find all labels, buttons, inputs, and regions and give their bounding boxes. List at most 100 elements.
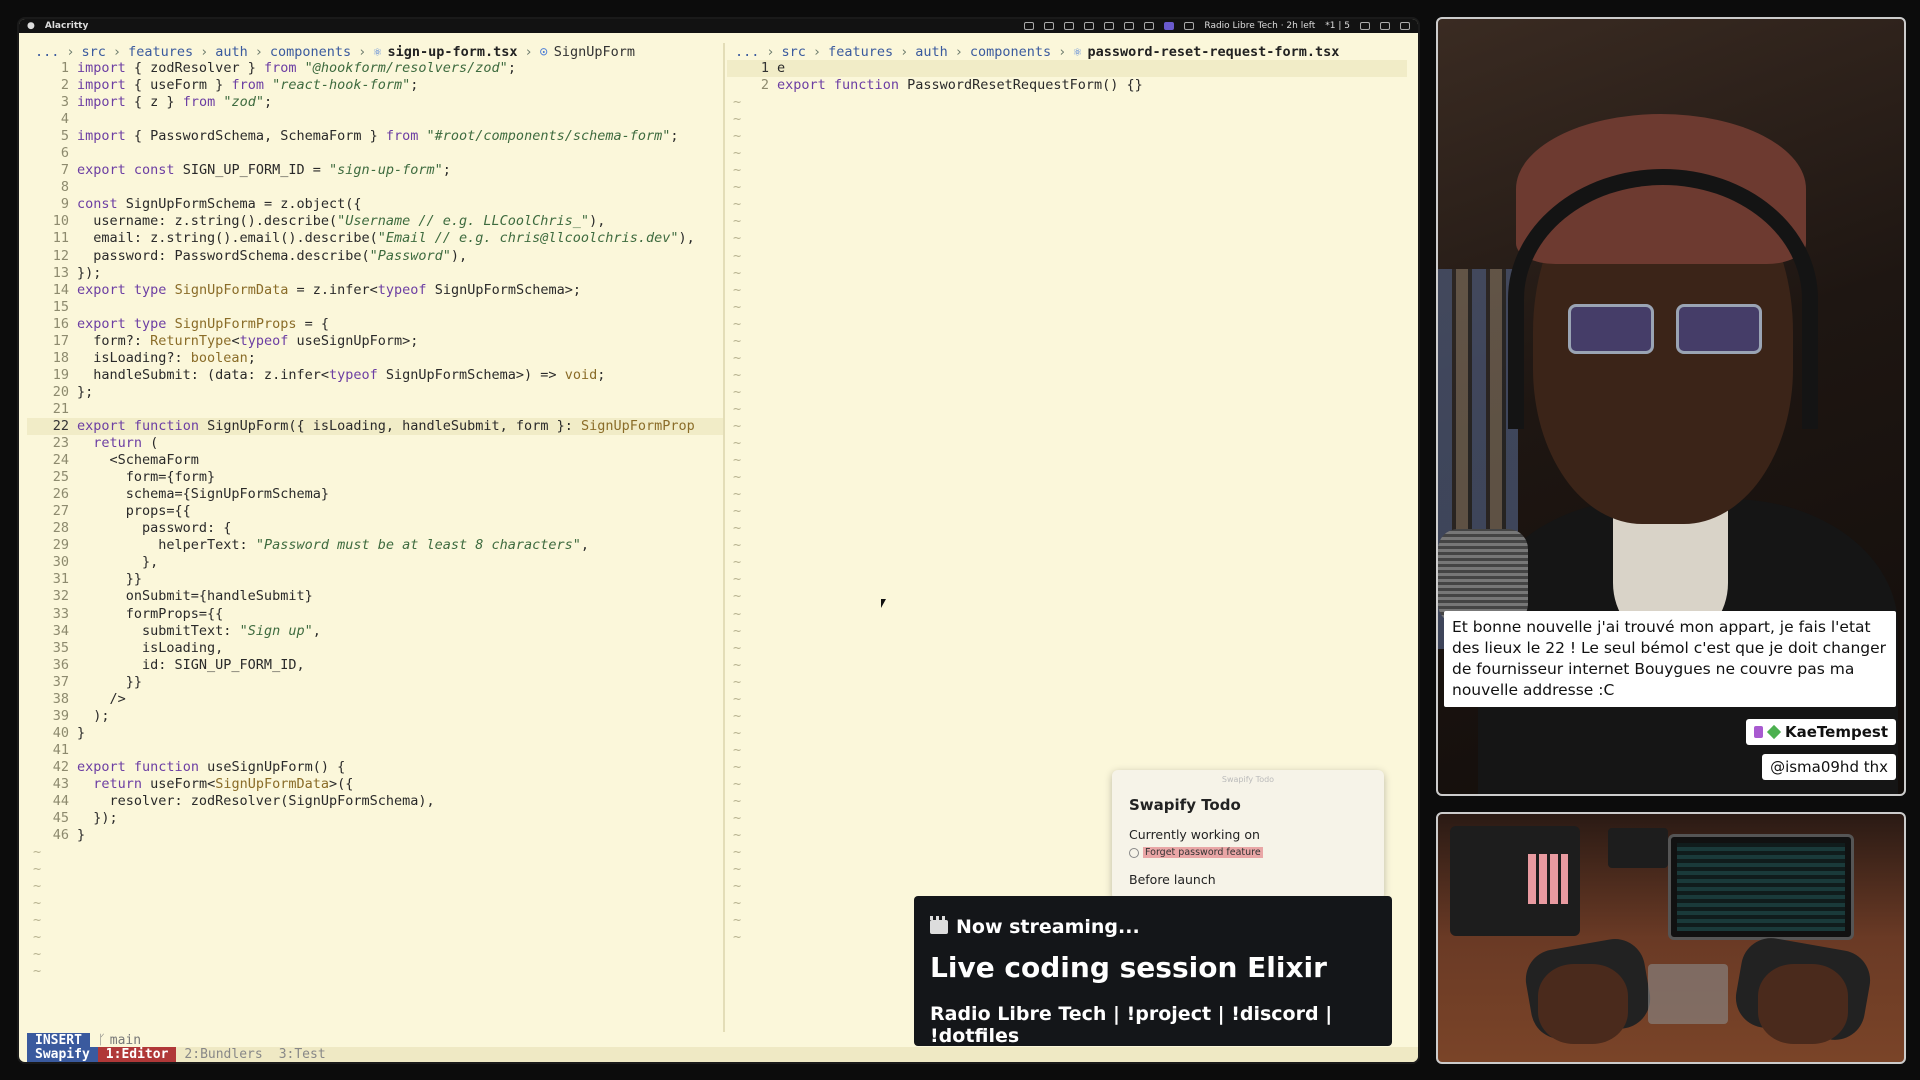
breadcrumb-item[interactable]: features: [828, 44, 893, 60]
code-line[interactable]: 14 export type SignUpFormData = z.infer<t…: [27, 282, 723, 299]
line-number: 1: [760, 60, 769, 76]
code-line[interactable]: 18 isLoading?: boolean;: [27, 350, 723, 367]
breadcrumb-item[interactable]: auth: [215, 44, 248, 60]
record-icon[interactable]: [1184, 22, 1195, 30]
left-editor-pane[interactable]: ... › src › features › auth › components › ⚛ …: [27, 43, 725, 1032]
app-name[interactable]: Alacritty: [45, 21, 88, 31]
code-line[interactable]: 10 username: z.string().describe("Userna…: [27, 213, 723, 230]
code-line[interactable]: 40}: [27, 725, 723, 742]
breadcrumb-item[interactable]: ...: [35, 44, 59, 60]
code-line[interactable]: 1e: [727, 60, 1407, 78]
empty-line-marker: ~: [733, 281, 742, 298]
code-line[interactable]: 9 const SignUpFormSchema = z.object({: [27, 196, 723, 213]
tray-icon[interactable]: [1064, 22, 1075, 30]
code-line[interactable]: 13});: [27, 265, 723, 282]
code-line[interactable]: 24 <SchemaForm: [27, 452, 723, 469]
code-line[interactable]: 25 form={form}: [27, 469, 723, 486]
laptop: [1668, 834, 1854, 940]
line-number: 37: [52, 673, 69, 690]
control-center-icon[interactable]: [1380, 22, 1390, 30]
code-text: };: [77, 383, 94, 400]
breadcrumb-file[interactable]: sign-up-form.tsx: [387, 44, 517, 60]
code-line[interactable]: 27 props={{: [27, 503, 723, 520]
code-area[interactable]: 1 import { zodResolver } from "@hookform/…: [27, 60, 723, 981]
code-line[interactable]: 33 formProps={{: [27, 606, 723, 623]
code-line[interactable]: 35 isLoading,: [27, 640, 723, 657]
code-line[interactable]: 20};: [27, 384, 723, 401]
pad-controller: [1528, 854, 1568, 904]
code-line[interactable]: 8: [27, 179, 723, 196]
code-line[interactable]: 44 resolver: zodResolver(SignUpFormSchem…: [27, 793, 723, 810]
git-branch-icon: ᚴ: [97, 1032, 106, 1048]
tmux-window[interactable]: 1:Editor: [97, 1047, 177, 1062]
apple-icon[interactable]: ●: [27, 21, 35, 31]
code-line[interactable]: 34 submitText: "Sign up",: [27, 623, 723, 640]
code-line[interactable]: 5 import { PasswordSchema, SchemaForm } f…: [27, 128, 723, 145]
tmux-window[interactable]: 3:Test: [271, 1047, 334, 1062]
code-line[interactable]: 32 onSubmit={handleSubmit}: [27, 588, 723, 605]
code-line[interactable]: 1 import { zodResolver } from "@hookform/…: [27, 60, 723, 77]
code-line[interactable]: 30 },: [27, 554, 723, 571]
code-line[interactable]: 39 );: [27, 708, 723, 725]
tmux-window[interactable]: 2:Bundlers: [176, 1047, 270, 1062]
tmux-session[interactable]: Swapify: [27, 1047, 98, 1062]
code-line[interactable]: 45 });: [27, 810, 723, 827]
code-line[interactable]: 2 export function PasswordResetRequestFor…: [727, 77, 1407, 94]
todo-item[interactable]: Forget password feature: [1112, 842, 1384, 858]
code-line[interactable]: 2 import { useForm } from "react-hook-for…: [27, 77, 723, 94]
info-icon[interactable]: [1400, 22, 1410, 30]
empty-line-marker: ~: [33, 963, 42, 980]
code-line[interactable]: 12 password: PasswordSchema.describe("Pa…: [27, 248, 723, 265]
breadcrumb-item[interactable]: src: [782, 44, 806, 60]
volume-icon[interactable]: [1360, 22, 1370, 30]
right-hand: [1758, 964, 1848, 1044]
breadcrumb-symbol[interactable]: SignUpForm: [554, 44, 635, 60]
todo-section: Currently working on: [1129, 827, 1260, 842]
code-line[interactable]: 3 import { z } from "zod";: [27, 94, 723, 111]
code-line[interactable]: 28 password: {: [27, 520, 723, 537]
code-line[interactable]: 38 />: [27, 691, 723, 708]
wifi-icon[interactable]: [1144, 22, 1155, 30]
breadcrumb-item[interactable]: features: [128, 44, 193, 60]
code-line[interactable]: 15: [27, 299, 723, 316]
breadcrumb-file[interactable]: password-reset-request-form.tsx: [1087, 44, 1339, 60]
line-number: 2: [60, 77, 69, 94]
code-line[interactable]: 43 return useForm<SignUpFormData>({: [27, 776, 723, 793]
code-line[interactable]: 6: [27, 145, 723, 162]
code-text: password: {: [77, 520, 232, 537]
screen-share-icon[interactable]: [1164, 22, 1175, 30]
battery-icon[interactable]: [1104, 22, 1115, 30]
empty-line-marker: ~: [733, 588, 742, 605]
code-line[interactable]: 19 handleSubmit: (data: z.infer<typeof S…: [27, 367, 723, 384]
code-line[interactable]: 11 email: z.string().email().describe("E…: [27, 230, 723, 247]
code-line[interactable]: 42 export function useSignUpForm() {: [27, 759, 723, 776]
code-line[interactable]: 21: [27, 401, 723, 418]
code-line[interactable]: 46}: [27, 827, 723, 844]
breadcrumb-item[interactable]: components: [970, 44, 1051, 60]
breadcrumb-item[interactable]: ...: [735, 44, 759, 60]
code-line[interactable]: 17 form?: ReturnType<typeof useSignUpFor…: [27, 333, 723, 350]
clock-icon[interactable]: [1124, 22, 1135, 30]
code-line[interactable]: 41: [27, 742, 723, 759]
breadcrumb-item[interactable]: src: [82, 44, 106, 60]
code-line[interactable]: 22 export function SignUpForm({ isLoading…: [27, 417, 723, 436]
code-text: password: PasswordSchema.describe("Passw…: [77, 247, 468, 264]
tray-icon[interactable]: [1024, 22, 1035, 30]
code-line[interactable]: 23 return (: [27, 435, 723, 452]
code-text: handleSubmit: (data: z.infer<typeof Sign…: [77, 366, 606, 383]
code-line[interactable]: 26 schema={SignUpFormSchema}: [27, 486, 723, 503]
breadcrumb-item[interactable]: auth: [915, 44, 948, 60]
code-line[interactable]: 31 }}: [27, 571, 723, 588]
code-line[interactable]: 7 export const SIGN_UP_FORM_ID = "sign-up…: [27, 162, 723, 179]
code-line[interactable]: 4: [27, 111, 723, 128]
line-number: 32: [52, 588, 69, 605]
display-icon[interactable]: [1084, 22, 1095, 30]
code-line[interactable]: 37 }}: [27, 674, 723, 691]
code-line[interactable]: 36 id: SIGN_UP_FORM_ID,: [27, 657, 723, 674]
tray-icon[interactable]: [1044, 22, 1055, 30]
code-line[interactable]: 29 helperText: "Password must be at leas…: [27, 537, 723, 554]
status-text[interactable]: Radio Libre Tech · 2h left: [1204, 21, 1315, 31]
breadcrumb-item[interactable]: components: [270, 44, 351, 60]
checkbox-icon[interactable]: [1129, 847, 1139, 858]
code-line[interactable]: 16 export type SignUpFormProps = {: [27, 316, 723, 333]
